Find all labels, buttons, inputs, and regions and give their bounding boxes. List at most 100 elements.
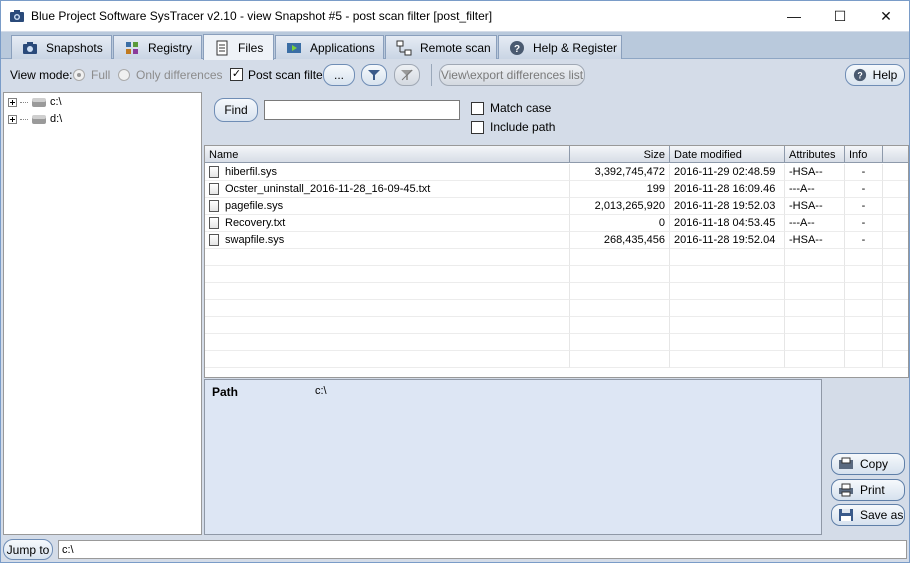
file-icon (209, 166, 219, 178)
column-filler (883, 146, 908, 163)
cell-date (670, 334, 785, 351)
copy-button[interactable]: Copy (831, 453, 905, 475)
cell-filler (883, 283, 908, 300)
table-row-empty (205, 334, 908, 351)
file-panel: Find Match case Include path Name Size D… (204, 92, 909, 535)
cell-date (670, 283, 785, 300)
tab-registry[interactable]: Registry (113, 35, 202, 59)
cell-attr (785, 300, 845, 317)
include-path-label: Include path (490, 120, 556, 134)
table-row[interactable]: hiberfil.sys 3,392,745,472 2016-11-29 02:4… (205, 164, 908, 181)
table-row-empty (205, 317, 908, 334)
cell-attr (785, 317, 845, 334)
file-name: hiberfil.sys (225, 166, 277, 178)
help-button[interactable]: ? Help (845, 64, 905, 86)
tab-snapshots[interactable]: Snapshots (11, 35, 112, 59)
cell-name: pagefile.sys (205, 198, 570, 215)
folder-tree: c:\ d:\ (3, 92, 202, 535)
tab-label: Applications (310, 40, 375, 55)
toolbar: View mode: Full Only differences ✓ Post … (1, 60, 909, 91)
tab-help-register[interactable]: ? Help & Register (498, 35, 622, 59)
help-icon: ? (510, 40, 524, 55)
status-bar: Jump to c:\ (1, 537, 909, 562)
cell-size (570, 300, 670, 317)
path-label: Path (212, 385, 239, 399)
cell-size (570, 334, 670, 351)
filter-button[interactable] (361, 64, 387, 86)
cell-filler (883, 317, 908, 334)
file-name: Ocster_uninstall_2016-11-28_16-09-45.txt (225, 183, 431, 195)
table-row[interactable]: Ocster_uninstall_2016-11-28_16-09-45.txt… (205, 181, 908, 198)
cell-attr: -HSA-- (785, 198, 845, 215)
filter-settings-button[interactable]: ... (323, 64, 355, 86)
tab-strip: Snapshots Registry Files Applications Re… (1, 32, 909, 60)
column-date-modified[interactable]: Date modified (670, 146, 785, 163)
save-as-button[interactable]: Save as (831, 504, 905, 526)
match-case-checkbox[interactable] (471, 101, 484, 115)
include-path-option[interactable]: Include path (471, 120, 555, 134)
file-icon (209, 217, 219, 229)
tab-label: Remote scan (420, 40, 491, 55)
expand-icon[interactable] (8, 97, 17, 107)
cell-date: 2016-11-18 04:53.45 (670, 215, 785, 232)
cell-filler (883, 164, 908, 181)
cell-info (845, 283, 883, 300)
cell-date (670, 317, 785, 334)
cell-info (845, 317, 883, 334)
cell-date: 2016-11-28 19:52.03 (670, 198, 785, 215)
cell-info: - (845, 215, 883, 232)
jump-to-field[interactable]: c:\ (58, 540, 907, 559)
match-case-option[interactable]: Match case (471, 101, 551, 115)
cell-size (570, 317, 670, 334)
cell-attr (785, 266, 845, 283)
only-differences-radio[interactable] (118, 69, 130, 81)
cell-name (205, 351, 570, 368)
table-row[interactable]: pagefile.sys 2,013,265,920 2016-11-28 19:5… (205, 198, 908, 215)
maximize-button[interactable]: ☐ (817, 1, 863, 31)
column-size[interactable]: Size (570, 146, 670, 163)
network-icon (396, 40, 412, 55)
table-row-empty (205, 283, 908, 300)
column-info[interactable]: Info (845, 146, 883, 163)
cell-name (205, 283, 570, 300)
applications-icon (287, 42, 301, 53)
tab-files[interactable]: Files (203, 34, 274, 60)
tree-item-d[interactable]: d:\ (8, 111, 62, 127)
cell-name: Ocster_uninstall_2016-11-28_16-09-45.txt (205, 181, 570, 198)
cell-filler (883, 266, 908, 283)
column-name[interactable]: Name (205, 146, 570, 163)
full-radio[interactable] (73, 69, 85, 81)
post-scan-filter-label: Post scan filter (248, 68, 327, 82)
table-row[interactable]: Recovery.txt 0 2016-11-18 04:53.45 ---A-- - (205, 215, 908, 232)
find-button[interactable]: Find (214, 98, 258, 122)
funnel-clear-icon (401, 69, 413, 81)
tab-applications[interactable]: Applications (275, 35, 384, 59)
cell-date (670, 249, 785, 266)
table-row[interactable]: swapfile.sys 268,435,456 2016-11-28 19:52.… (205, 232, 908, 249)
close-button[interactable]: ✕ (863, 1, 909, 31)
jump-to-button[interactable]: Jump to (3, 539, 53, 560)
view-export-differences-button[interactable]: View\export differences list (439, 64, 585, 86)
clear-filter-button[interactable] (394, 64, 420, 86)
tab-remote-scan[interactable]: Remote scan (385, 35, 497, 59)
include-path-checkbox[interactable] (471, 120, 484, 134)
cell-attr: ---A-- (785, 181, 845, 198)
print-button[interactable]: Print (831, 479, 905, 501)
cell-date: 2016-11-28 16:09.46 (670, 181, 785, 198)
tab-label: Help & Register (533, 40, 618, 55)
help-label: Help (872, 68, 898, 82)
tab-label: Registry (148, 40, 193, 55)
cell-name: swapfile.sys (205, 232, 570, 249)
find-input[interactable] (264, 100, 460, 120)
tree-connector (20, 118, 28, 120)
minimize-button[interactable]: — (771, 1, 817, 31)
cell-date (670, 351, 785, 368)
cell-info: - (845, 232, 883, 249)
tree-item-c[interactable]: c:\ (8, 94, 62, 110)
cell-filler (883, 215, 908, 232)
column-attributes[interactable]: Attributes (785, 146, 845, 163)
expand-icon[interactable] (8, 114, 17, 124)
post-scan-filter-checkbox[interactable]: ✓ (230, 68, 243, 81)
cell-attr (785, 334, 845, 351)
cell-size: 2,013,265,920 (570, 198, 670, 215)
